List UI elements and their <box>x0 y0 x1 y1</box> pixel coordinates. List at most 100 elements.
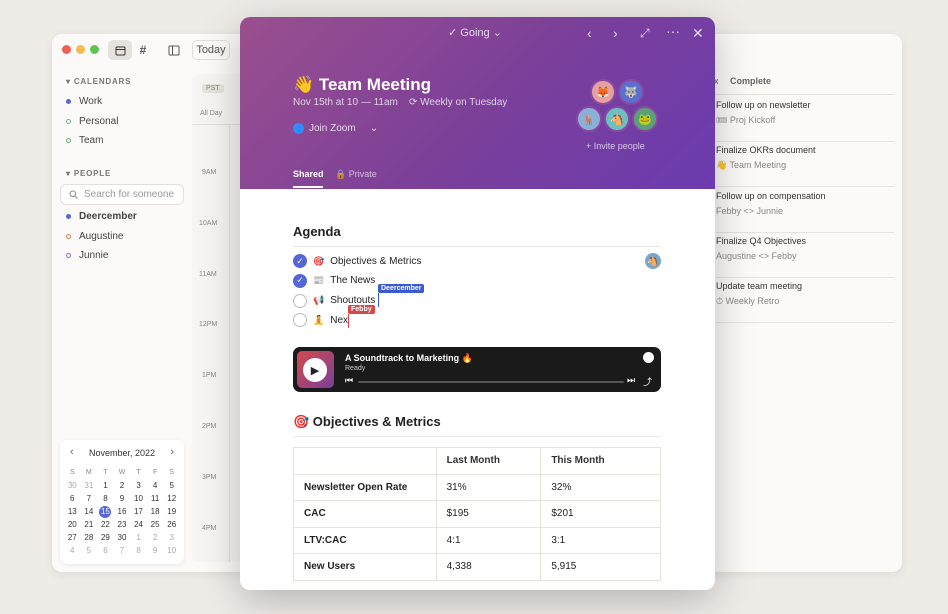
prev-event-icon[interactable]: ‹ <box>587 25 592 41</box>
day-cell[interactable]: 18 <box>147 507 164 517</box>
tab-complete[interactable]: Complete <box>730 76 771 86</box>
table-cell[interactable]: 3:1 <box>540 526 661 554</box>
progress-bar[interactable] <box>358 381 624 383</box>
day-cell[interactable]: 4 <box>147 481 164 491</box>
sidebar-toggle-icon[interactable] <box>164 40 184 60</box>
skip-forward-icon[interactable]: ⏭ <box>627 375 635 386</box>
day-cell[interactable]: 11 <box>147 494 164 504</box>
day-cell[interactable]: 21 <box>81 520 98 530</box>
day-cell[interactable]: 5 <box>81 546 98 556</box>
table-cell[interactable]: Newsletter Open Rate <box>293 473 437 501</box>
day-cell[interactable]: 30 <box>64 481 81 491</box>
day-cell[interactable]: 29 <box>97 533 114 543</box>
day-cell[interactable]: 31 <box>81 481 98 491</box>
day-cell[interactable]: 2 <box>114 481 131 491</box>
next-event-icon[interactable]: › <box>613 25 618 41</box>
day-cell[interactable]: 6 <box>97 546 114 556</box>
day-cell[interactable]: 23 <box>114 520 131 530</box>
list-item[interactable]: Follow up on newsletter 🎟 Proj Kickoff <box>716 96 894 142</box>
agenda-item[interactable]: ✓ 🎯 Objectives & Metrics <box>293 254 421 268</box>
checkbox[interactable]: ✓ <box>293 254 307 268</box>
play-icon[interactable]: ▶ <box>303 358 327 382</box>
rsvp-dropdown[interactable]: ✓ Going ⌄ <box>448 26 502 39</box>
agenda-text[interactable]: Nex <box>330 315 348 326</box>
event-title[interactable]: 👋 Team Meeting <box>293 75 431 95</box>
day-cell[interactable]: 4 <box>64 546 81 556</box>
day-cell[interactable]: 5 <box>163 481 180 491</box>
tab-private[interactable]: 🔒 Private <box>335 169 377 180</box>
day-cell[interactable]: 27 <box>64 533 81 543</box>
list-item[interactable]: Finalize Q4 Objectives Augustine <> Febby <box>716 232 894 278</box>
day-cell[interactable]: 10 <box>163 546 180 556</box>
day-cell[interactable]: 17 <box>130 507 147 517</box>
table-cell[interactable]: CAC <box>293 500 437 528</box>
chevron-down-icon[interactable]: ⌄ <box>370 123 378 134</box>
list-item[interactable]: Deercember <box>66 211 137 222</box>
attendee-avatar[interactable]: 🐺 <box>618 79 644 105</box>
agenda-text[interactable]: Objectives & Metrics <box>330 256 421 267</box>
day-cell[interactable]: 8 <box>97 494 114 504</box>
event-datetime[interactable]: Nov 15th at 10 — 11am <box>293 97 398 108</box>
day-cell[interactable]: 3 <box>163 533 180 543</box>
today-marker[interactable]: 15 <box>99 506 112 518</box>
table-cell[interactable]: 32% <box>540 473 661 501</box>
table-cell[interactable]: $201 <box>540 500 661 528</box>
attendee-avatar[interactable]: 🦌 <box>576 106 602 132</box>
day-cell[interactable]: 16 <box>114 507 131 517</box>
day-cell[interactable]: 19 <box>163 507 180 517</box>
agenda-item[interactable]: 🧘 Nex <box>293 313 348 328</box>
day-cell[interactable]: 7 <box>81 494 98 504</box>
people-heading[interactable]: ▾ PEOPLE <box>66 169 111 178</box>
agenda-text[interactable]: The News <box>330 275 375 286</box>
join-zoom-button[interactable]: Join Zoom ⌄ <box>293 123 378 134</box>
skip-back-icon[interactable]: ⏮ <box>345 375 353 386</box>
table-cell[interactable]: 4,338 <box>435 553 542 581</box>
day-cell[interactable]: 1 <box>97 481 114 491</box>
attendee-avatar[interactable]: 🐸 <box>632 106 658 132</box>
calendar-view-icon[interactable] <box>108 40 132 60</box>
spotify-icon[interactable] <box>643 352 654 363</box>
day-cell[interactable]: 6 <box>64 494 81 504</box>
event-recurrence[interactable]: ⟳ Weekly on Tuesday <box>409 97 507 108</box>
search-people-input[interactable]: Search for someone <box>60 184 184 205</box>
next-month-icon[interactable]: › <box>170 446 174 458</box>
more-icon[interactable]: ··· <box>666 23 680 39</box>
day-cell[interactable]: 1 <box>130 533 147 543</box>
list-item[interactable]: Augustine <box>66 231 123 242</box>
day-cell[interactable]: 15 <box>97 506 114 518</box>
day-cell[interactable]: 9 <box>147 546 164 556</box>
day-cell[interactable]: 9 <box>114 494 131 504</box>
day-cell[interactable]: 10 <box>130 494 147 504</box>
close-dot[interactable] <box>62 45 71 54</box>
day-cell[interactable]: 13 <box>64 507 81 517</box>
agenda-item[interactable]: ✓ 📰 The News <box>293 273 375 288</box>
day-cell[interactable]: 12 <box>163 494 180 504</box>
day-cell[interactable]: 14 <box>81 507 98 517</box>
table-cell[interactable]: 4:1 <box>435 526 542 554</box>
expand-icon[interactable]: ⤢ <box>640 26 650 41</box>
day-cell[interactable]: 2 <box>147 533 164 543</box>
minimize-dot[interactable] <box>76 45 85 54</box>
list-item[interactable]: Personal <box>66 116 118 127</box>
day-cell[interactable]: 20 <box>64 520 81 530</box>
day-cell[interactable]: 30 <box>114 533 131 543</box>
tab-shared[interactable]: Shared <box>293 169 324 179</box>
assignee-avatar[interactable]: 🐴 <box>645 253 661 269</box>
list-item[interactable]: Junnie <box>66 250 108 261</box>
day-cell[interactable]: 7 <box>114 546 131 556</box>
table-cell[interactable]: $195 <box>435 500 542 528</box>
today-button[interactable]: Today <box>192 40 230 60</box>
list-item[interactable]: Follow up on compensation Febby <> Junnie <box>716 187 894 233</box>
table-cell[interactable]: 5,915 <box>540 553 661 581</box>
calendars-heading[interactable]: ▾ CALENDARS <box>66 77 131 86</box>
hashtag-icon[interactable]: # <box>133 40 153 60</box>
day-cell[interactable]: 8 <box>130 546 147 556</box>
checkbox[interactable]: ✓ <box>293 273 307 288</box>
invite-people-button[interactable]: + Invite people <box>586 141 645 151</box>
list-item[interactable]: Finalize OKRs document 👋 Team Meeting <box>716 141 894 188</box>
day-cell[interactable]: 25 <box>147 520 164 530</box>
checkbox[interactable] <box>293 293 307 308</box>
attendee-avatar[interactable]: 🐴 <box>604 106 630 132</box>
table-cell[interactable]: LTV:CAC <box>293 526 437 554</box>
list-item[interactable]: Work <box>66 96 102 107</box>
